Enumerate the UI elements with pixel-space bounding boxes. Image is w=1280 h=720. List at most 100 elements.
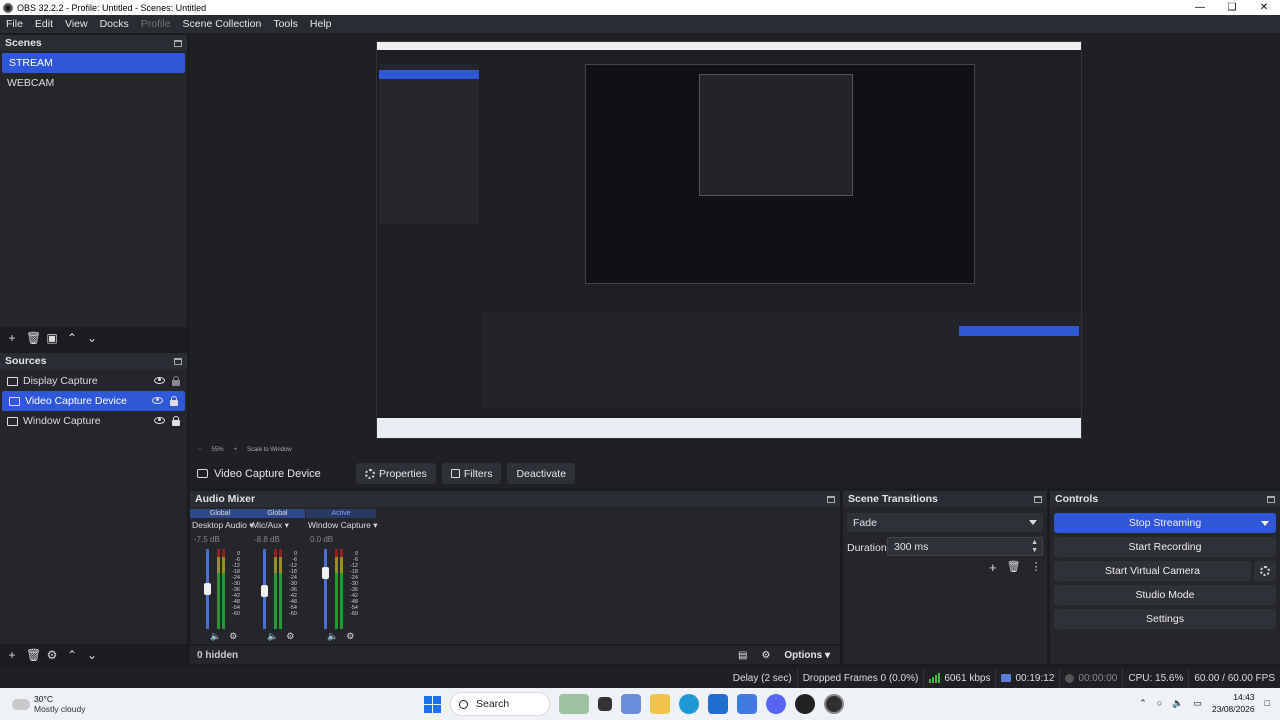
options-button[interactable]: Options ▾ [784,650,830,661]
transition-select[interactable]: Fade [847,513,1043,532]
menu-scene-collection[interactable]: Scene Collection [177,18,268,30]
stop-streaming-button[interactable]: Stop Streaming [1054,513,1276,533]
obs-taskbar-icon[interactable] [824,694,844,714]
volume-fader[interactable] [324,549,327,629]
remove-scene-icon[interactable]: 🗑 [26,331,41,345]
settings-button[interactable]: Settings [1054,609,1276,629]
add-scene-icon[interactable]: + [6,331,18,345]
clock-time: 14:43 [1233,692,1255,702]
network-icon[interactable]: ○ [1157,698,1162,708]
chrome-icon[interactable] [795,694,815,714]
recording-timer: 00:00:00 [1059,668,1122,688]
menu-profile[interactable]: Profile [135,18,177,30]
outlook-icon[interactable] [737,694,757,714]
taskbar-clock[interactable]: 14:43 23/08/2026 [1212,691,1255,715]
deactivate-button[interactable]: Deactivate [507,463,576,484]
task-view-icon[interactable] [598,697,612,711]
remove-source-icon[interactable]: 🗑 [26,648,41,662]
virtual-camera-settings-button[interactable] [1254,561,1276,581]
start-virtual-camera-button[interactable]: Start Virtual Camera [1054,561,1251,581]
discord-icon[interactable] [766,694,786,714]
advanced-audio-icon[interactable]: ⚙ [761,650,770,661]
scene-item-webcam[interactable]: WEBCAM [0,73,187,93]
undock-icon[interactable] [1034,495,1042,503]
channel-settings-icon[interactable]: ⚙ [346,631,354,642]
menu-view[interactable]: View [59,18,94,30]
channel-settings-icon[interactable]: ⚙ [286,631,294,642]
properties-button[interactable]: Properties [356,463,436,484]
duration-input[interactable]: 300 ms ▲ ▼ [887,537,1043,556]
notifications-icon[interactable]: □ [1265,698,1270,708]
windows-start-icon[interactable] [424,695,441,713]
audio-mixer-dock: Audio Mixer Global Desktop Audio ▾ -7.5 … [190,491,840,644]
weather-widget[interactable]: 30°C Mostly cloudy [9,694,86,714]
visibility-eye-icon[interactable] [152,396,163,404]
edge-icon[interactable] [679,694,699,714]
undock-icon[interactable] [1267,495,1275,503]
battery-icon[interactable]: ▭ [1194,698,1203,709]
channel-name[interactable]: Window Capture ▾ [306,518,377,533]
source-item-window-capture[interactable]: Window Capture [0,411,187,431]
level-meter [274,549,282,629]
menu-tools[interactable]: Tools [267,18,304,30]
menu-help[interactable]: Help [304,18,338,30]
move-down-icon[interactable]: ⌄ [86,648,98,662]
widgets-icon[interactable] [559,694,589,714]
maximize-button[interactable]: ❑ [1216,0,1248,15]
filters-button[interactable]: Filters [441,463,502,484]
volume-icon[interactable]: 🔈 [327,631,338,642]
volume-fader-knob[interactable] [261,585,268,597]
menu-edit[interactable]: Edit [29,18,59,30]
weather-condition: Mostly cloudy [34,704,86,714]
volume-fader-knob[interactable] [322,567,329,579]
remove-transition-icon[interactable]: 🗑 [1007,560,1021,575]
zoom-in-icon[interactable]: + [234,447,238,453]
source-item-video-capture-device[interactable]: Video Capture Device [2,391,185,411]
scale-mode-select[interactable]: Scale to Window [247,447,292,453]
deactivate-label: Deactivate [516,467,567,480]
add-transition-icon[interactable]: + [989,560,997,575]
copilot-icon[interactable] [621,694,641,714]
spin-arrows-icon[interactable]: ▲ ▼ [1031,539,1042,555]
zoom-out-icon[interactable]: − [198,447,202,453]
move-up-icon[interactable]: ⌃ [66,331,78,345]
visibility-eye-icon[interactable] [154,376,165,384]
undock-icon[interactable] [174,357,182,365]
move-down-icon[interactable]: ⌄ [86,331,98,345]
move-up-icon[interactable]: ⌃ [66,648,78,662]
store-icon[interactable] [708,694,728,714]
filter-icon [450,469,460,478]
file-explorer-icon[interactable] [650,694,670,714]
minimize-button[interactable]: — [1184,0,1216,15]
add-source-icon[interactable]: + [6,648,18,662]
menu-docks[interactable]: Docks [94,18,135,30]
lock-icon[interactable] [172,375,180,386]
lock-icon[interactable] [170,395,178,406]
volume-fader-knob[interactable] [204,583,211,595]
channel-name[interactable]: Desktop Audio ▾ [190,518,253,533]
scene-item-stream[interactable]: STREAM [2,53,185,73]
volume-icon[interactable]: 🔈 [267,631,278,642]
start-recording-button[interactable]: Start Recording [1054,537,1276,557]
channel-name[interactable]: Mic/Aux ▾ [250,518,305,533]
menu-file[interactable]: File [0,18,29,30]
transition-menu-icon[interactable]: ⋮ [1031,560,1042,575]
undock-icon[interactable] [174,39,182,47]
tray-overflow-icon[interactable]: ⌃ [1139,698,1147,709]
lock-icon[interactable] [172,415,180,426]
source-properties-icon[interactable]: ⚙ [46,648,58,662]
source-item-display-capture[interactable]: Display Capture [0,371,187,391]
speaker-icon[interactable]: 🔈 [1172,698,1183,709]
layout-toggle-icon[interactable]: ▤ [738,650,747,661]
chevron-down-icon[interactable] [1261,521,1269,526]
taskbar-search[interactable]: Search [450,692,550,716]
close-button[interactable]: ✕ [1248,0,1280,15]
channel-settings-icon[interactable]: ⚙ [229,631,237,642]
scene-filters-icon[interactable]: ▣ [46,331,58,345]
settings-label: Settings [1146,613,1184,625]
preview-canvas[interactable] [190,33,1280,459]
visibility-eye-icon[interactable] [154,416,165,424]
undock-icon[interactable] [827,495,835,503]
studio-mode-button[interactable]: Studio Mode [1054,585,1276,605]
volume-icon[interactable]: 🔈 [210,631,221,642]
